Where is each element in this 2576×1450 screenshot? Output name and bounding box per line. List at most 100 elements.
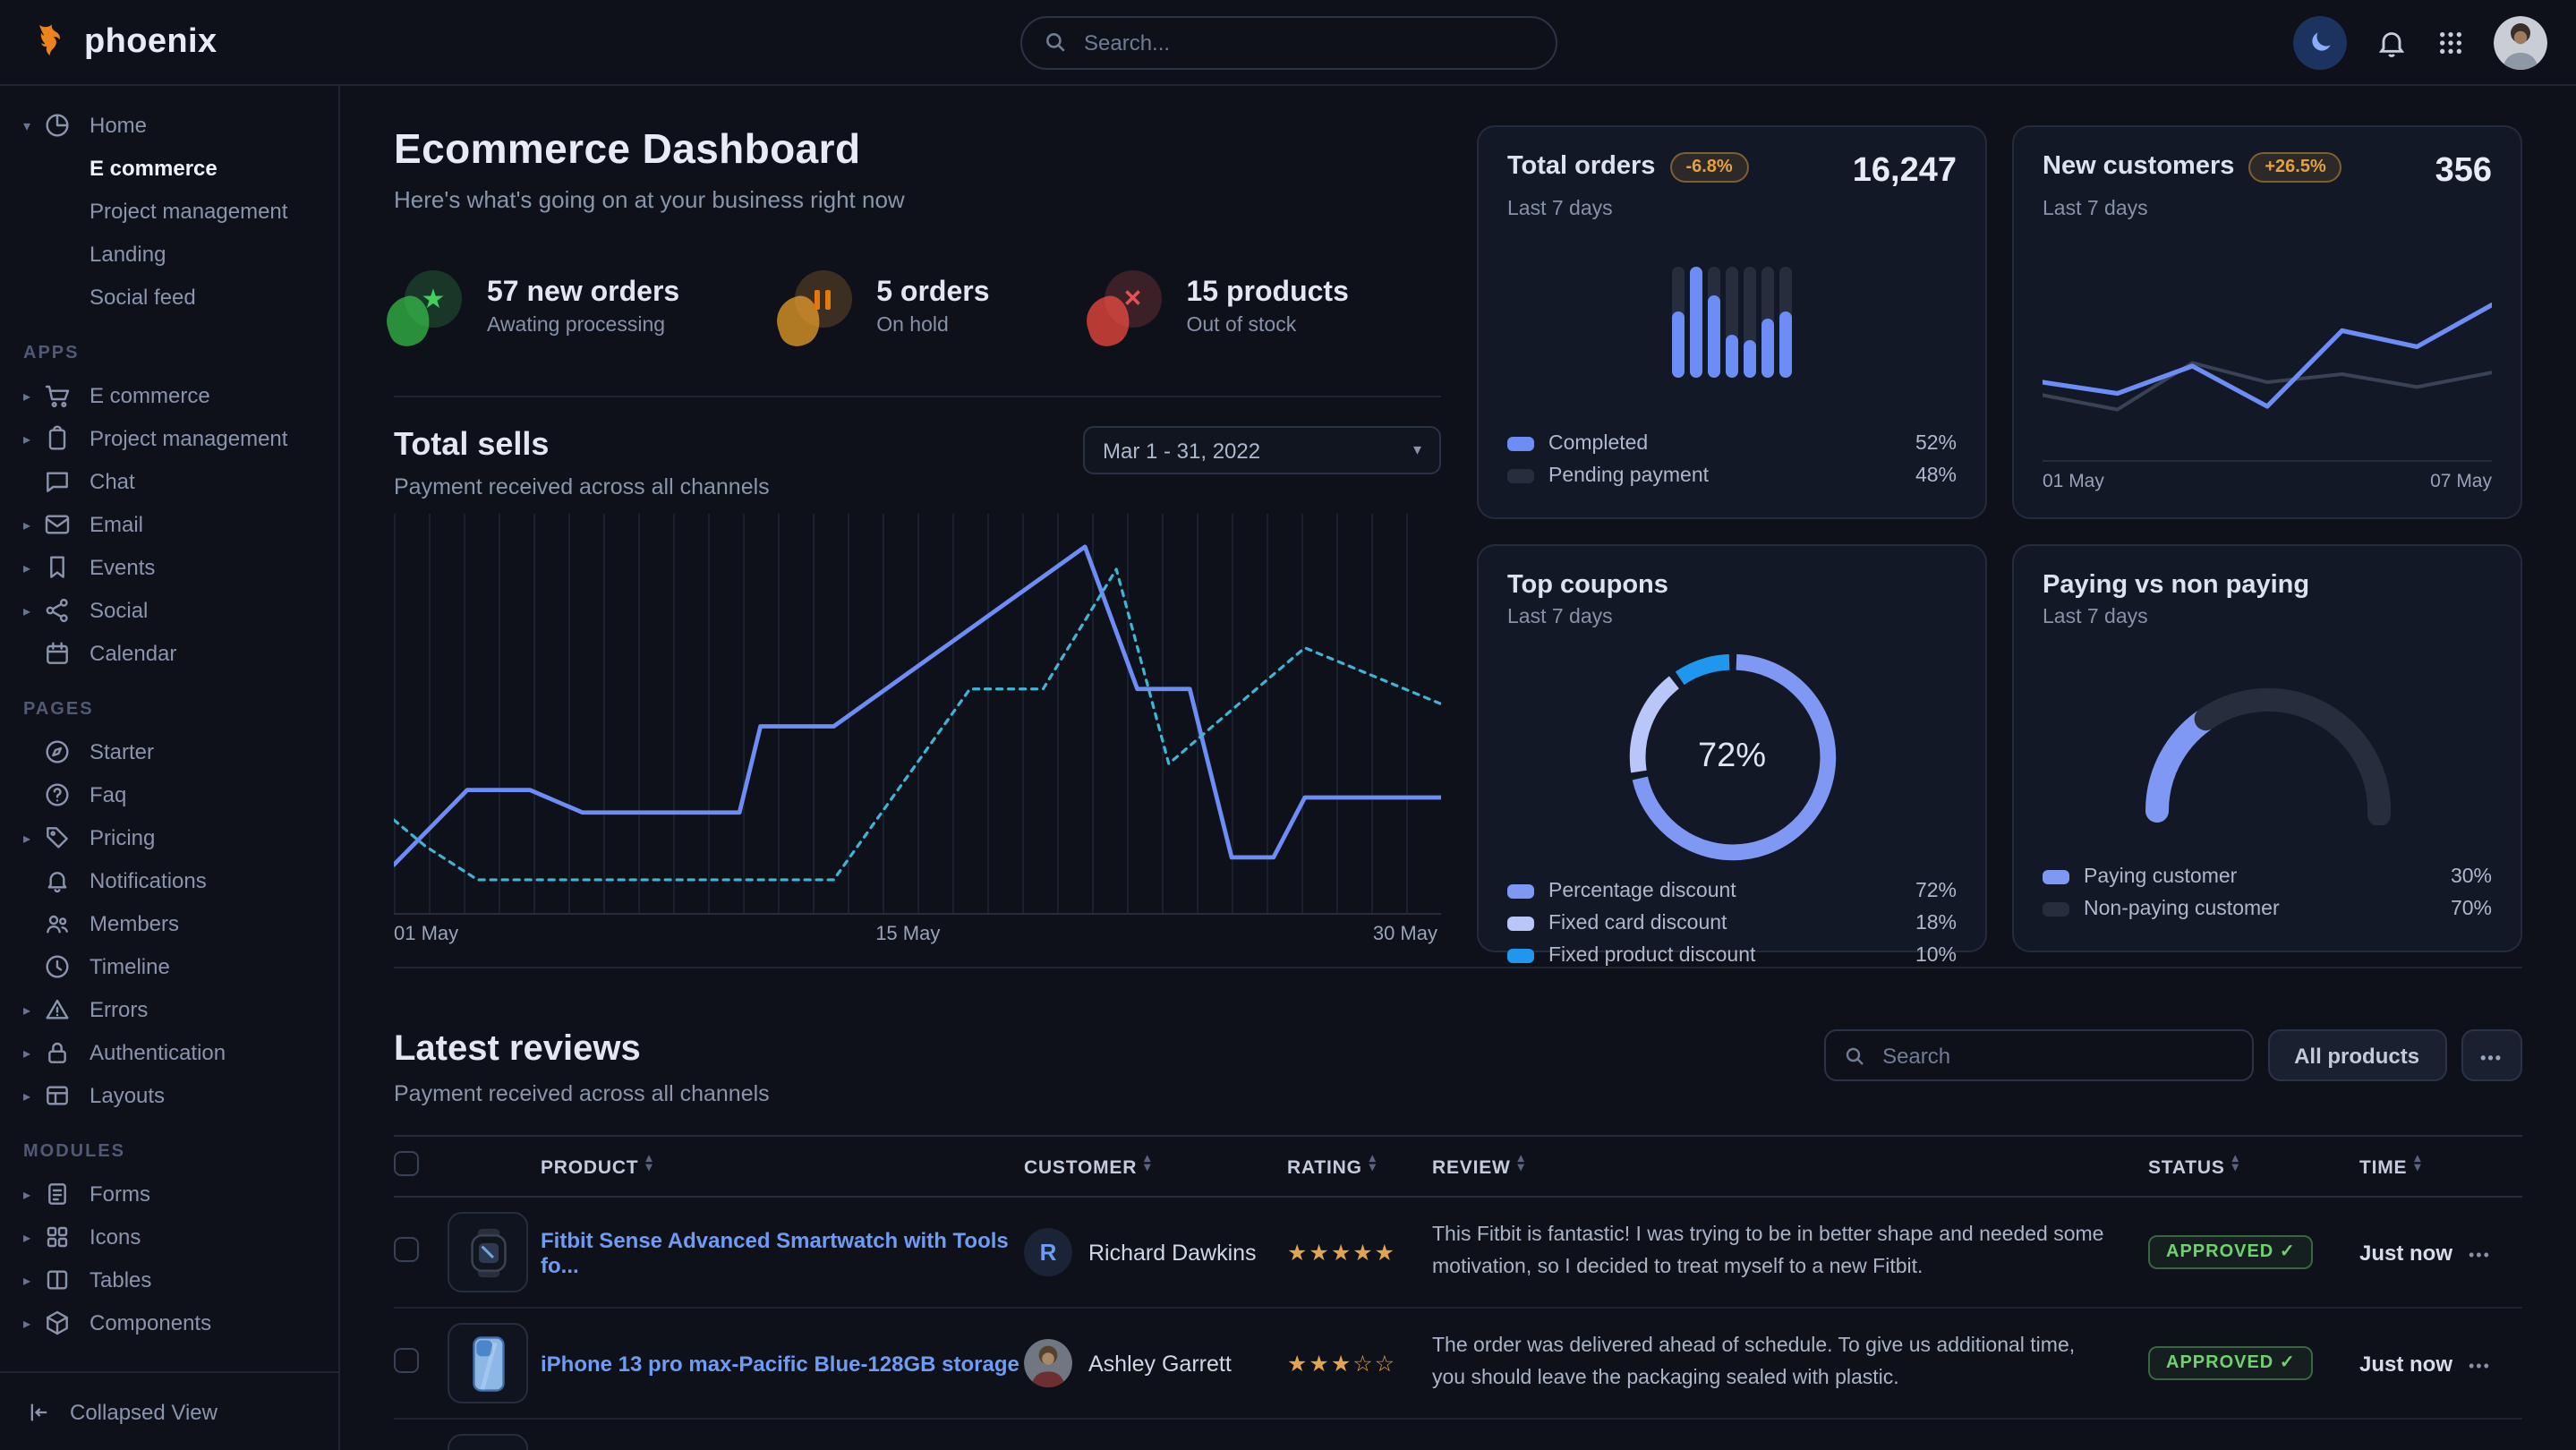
sidebar-item-authentication[interactable]: ▸Authentication (0, 1031, 338, 1074)
select-all-checkbox[interactable] (394, 1151, 419, 1176)
brand[interactable]: phoenix (29, 21, 340, 64)
sidebar-item-timeline[interactable]: Timeline (0, 945, 338, 988)
legend-item: Pending payment48% (1507, 460, 1957, 492)
warning-icon (43, 994, 73, 1025)
x-tick: 01 May (394, 924, 458, 945)
table-header-row: PRODUCT▴▾CUSTOMER ▴▾ RATING ▴▾ REVIEW▴▾STATU… (394, 1136, 2522, 1197)
sidebar-item-label: Members (90, 911, 179, 936)
global-search[interactable] (1019, 15, 1557, 69)
column-label: PRODUCT (541, 1157, 638, 1179)
sidebar-item-notifications[interactable]: Notifications (0, 859, 338, 902)
card-subtitle: Last 7 days (1507, 607, 1957, 628)
all-products-button[interactable]: All products (2267, 1029, 2446, 1081)
caret-down-icon: ▾ (23, 117, 41, 133)
cart-icon (43, 380, 73, 411)
review-time: Just now (2359, 1351, 2452, 1376)
column-header-rating[interactable]: RATING ▴▾ (1287, 1136, 1432, 1197)
sidebar-item-social[interactable]: ▸Social (0, 589, 338, 632)
collapse-sidebar-button[interactable]: Collapsed View (0, 1371, 338, 1450)
sidebar-item-events[interactable]: ▸Events (0, 546, 338, 589)
stat-sub: Awating processing (487, 314, 679, 336)
sidebar-item-e-commerce[interactable]: ▸E commerce (0, 374, 338, 417)
sidebar-item-label: Forms (90, 1181, 150, 1207)
apps-menu-button[interactable] (2436, 28, 2465, 56)
divider (394, 396, 1441, 397)
sidebar-item-chat[interactable]: Chat (0, 460, 338, 503)
legend-swatch (1507, 917, 1534, 931)
sidebar-item-label: Chat (90, 469, 135, 494)
global-search-input[interactable] (1080, 28, 1533, 56)
column-header-status[interactable]: STATUS▴▾ (2148, 1136, 2359, 1197)
sidebar-item-calendar[interactable]: Calendar (0, 632, 338, 675)
legend-swatch (1507, 469, 1534, 483)
row-checkbox[interactable] (394, 1237, 419, 1262)
sidebar-item-forms[interactable]: ▸Forms (0, 1173, 338, 1215)
phoenix-logo-icon (29, 21, 72, 64)
order-bar (1726, 267, 1739, 378)
coupons-donut-chart: 72% (1507, 643, 1957, 872)
row-checkbox[interactable] (394, 1348, 419, 1373)
row-menu-button[interactable] (2469, 1351, 2491, 1376)
sort-icon: ▴▾ (1144, 1154, 1151, 1173)
sidebar-subitem-project-management[interactable]: Project management (0, 190, 338, 233)
order-bar (1708, 267, 1721, 378)
sidebar-item-tables[interactable]: ▸Tables (0, 1258, 338, 1301)
sidebar-nav: ▾HomeE commerceProject managementLanding… (0, 86, 338, 1371)
column-header-customer[interactable]: CUSTOMER ▴▾ (1024, 1136, 1287, 1197)
review-row: Fitbit Sense Advanced Smartwatch with To… (394, 1197, 2522, 1308)
sidebar-subitem-e-commerce[interactable]: E commerce (0, 147, 338, 190)
date-range-select[interactable]: Mar 1 - 31, 2022 ▾ (1083, 426, 1441, 474)
reviews-search[interactable] (1823, 1029, 2253, 1081)
sidebar-item-project-management[interactable]: ▸Project management (0, 417, 338, 460)
sidebar-item-faq[interactable]: Faq (0, 773, 338, 816)
reviews-more-button[interactable] (2461, 1029, 2522, 1081)
compass-icon (43, 737, 73, 767)
sidebar-section-label: PAGES (0, 675, 338, 730)
clock-icon (43, 951, 73, 982)
reviews-search-input[interactable] (1879, 1041, 2233, 1070)
legend-value: 52% (1915, 433, 1957, 455)
column-header-review[interactable]: REVIEW▴▾ (1432, 1136, 2148, 1197)
column-label: TIME (2359, 1157, 2407, 1179)
paying-vs-nonpaying-card: Paying vs non paying Last 7 days Paying … (2012, 544, 2522, 952)
sidebar-subitem-landing[interactable]: Landing (0, 233, 338, 276)
column-header-product[interactable]: PRODUCT▴▾ (541, 1136, 1024, 1197)
legend-label: Fixed product discount (1548, 945, 1755, 967)
sidebar-section-label: APPS (0, 319, 338, 374)
product-link[interactable]: Fitbit Sense Advanced Smartwatch with To… (541, 1227, 1009, 1277)
order-bar (1761, 267, 1775, 378)
trend-badge: -6.8% (1669, 152, 1748, 183)
new-customers-card: New customers+26.5% 356 Last 7 days 01 M… (2012, 125, 2522, 519)
bookmark-icon (43, 552, 73, 583)
sidebar-subitem-social-feed[interactable]: Social feed (0, 276, 338, 319)
column-label: RATING (1287, 1157, 1362, 1179)
sidebar-section-label: MODULES (0, 1117, 338, 1173)
sidebar-item-starter[interactable]: Starter (0, 730, 338, 773)
total-sells-x-axis: 01 May 15 May 30 May (394, 924, 1441, 949)
sidebar-item-label: Faq (90, 782, 126, 807)
sidebar-item-pricing[interactable]: ▸Pricing (0, 816, 338, 859)
caret-right-icon: ▸ (23, 1002, 41, 1018)
search-icon (1843, 1045, 1864, 1066)
star-rating: ★★★☆☆ (1287, 1352, 1396, 1377)
sidebar-item-email[interactable]: ▸Email (0, 503, 338, 546)
dark-mode-toggle[interactable] (2293, 15, 2347, 69)
column-label: CUSTOMER (1024, 1157, 1137, 1179)
mail-icon (43, 509, 73, 540)
icons-icon (43, 1222, 73, 1252)
sort-icon: ▴▾ (1369, 1154, 1377, 1173)
sidebar-item-components[interactable]: ▸Components (0, 1301, 338, 1344)
box-icon (43, 1308, 73, 1338)
sidebar-item-members[interactable]: Members (0, 902, 338, 945)
sidebar-item-layouts[interactable]: ▸Layouts (0, 1074, 338, 1117)
sidebar-item-icons[interactable]: ▸Icons (0, 1215, 338, 1258)
column-header-time[interactable]: TIME▴▾ (2359, 1136, 2469, 1197)
sidebar-item-errors[interactable]: ▸Errors (0, 988, 338, 1031)
card-title: Total orders (1507, 152, 1655, 181)
top-coupons-card: Top coupons Last 7 days 72% Percentage d… (1477, 544, 1987, 952)
user-avatar[interactable] (2494, 15, 2547, 69)
sidebar-item-home[interactable]: ▾Home (0, 104, 338, 147)
row-menu-button[interactable] (2469, 1240, 2491, 1265)
notifications-button[interactable] (2376, 26, 2408, 58)
product-link[interactable]: iPhone 13 pro max-Pacific Blue-128GB sto… (541, 1351, 1019, 1376)
